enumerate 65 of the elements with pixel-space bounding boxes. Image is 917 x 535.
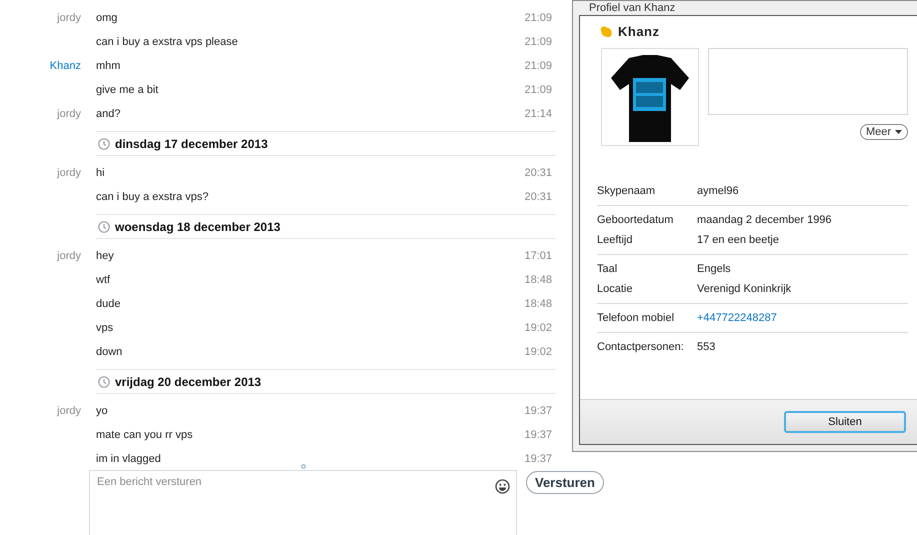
clock-icon [98, 376, 110, 388]
message-time: 20:31 [524, 167, 552, 179]
sender-name: jordy [57, 250, 81, 262]
field-value: aymel96 [697, 185, 739, 197]
message-text: omg [96, 12, 118, 24]
field-label: Contactpersonen: [597, 341, 685, 353]
field-value: 17 en een beetje [697, 234, 779, 246]
message-time: 21:09 [524, 84, 552, 96]
send-button[interactable]: Versturen [526, 471, 604, 494]
message-time: 19:02 [524, 322, 552, 334]
message-text: vps [96, 322, 114, 334]
close-button[interactable]: Sluiten [784, 411, 906, 433]
phone-link[interactable]: +447722248287 [697, 312, 777, 324]
clock-icon [98, 138, 110, 150]
message-text: down [96, 346, 124, 358]
message-time: 17:01 [524, 250, 552, 262]
field-value: 553 [697, 341, 716, 353]
message-text: hey [96, 250, 115, 262]
message-time: 19:37 [524, 405, 552, 417]
message-time: 21:09 [524, 36, 552, 48]
date-heading: woensdag 18 december 2013 [115, 220, 280, 234]
message-text: give me a bit [96, 84, 160, 96]
clock-icon [98, 220, 110, 232]
message-text: hi [96, 167, 106, 179]
date-heading: dinsdag 17 december 2013 [115, 136, 268, 150]
field-value: maandag 2 december 1996 [697, 214, 832, 226]
field-label: Taal [597, 263, 618, 275]
message-text: yo [96, 405, 109, 417]
message-time: 21:14 [524, 108, 552, 120]
message-text: mhm [96, 60, 122, 72]
field-label: Skypenaam [597, 185, 656, 197]
sender-name: jordy [57, 108, 81, 120]
sender-name: jordy [57, 405, 81, 417]
message-time: 20:31 [524, 191, 552, 203]
field-label: Leeftijd [597, 234, 634, 246]
caret-icon [895, 130, 902, 134]
message-time: 18:48 [524, 298, 552, 310]
resize-handle-icon[interactable] [301, 464, 306, 469]
message-text: wtf [96, 274, 112, 286]
smiley-icon[interactable] [495, 479, 510, 494]
field-value: Verenigd Koninkrijk [697, 283, 792, 295]
message-text: im in vlagged [96, 453, 162, 465]
dialog-title: Profiel van Khanz [588, 1, 676, 15]
field-label: Locatie [597, 283, 634, 295]
more-button[interactable]: Meer [860, 124, 908, 140]
message-text: mate can you rr vps [96, 429, 194, 441]
message-time: 21:09 [524, 12, 552, 24]
message-time: 18:48 [524, 274, 552, 286]
message-time: 21:09 [524, 60, 552, 72]
field-label: Telefoon mobiel [597, 312, 676, 324]
field-value: Engels [697, 263, 731, 275]
message-time: 19:37 [524, 429, 552, 441]
message-text: can i buy a exstra vps? [96, 191, 210, 203]
message-text: can i buy a exstra vps please [96, 36, 239, 48]
message-input[interactable]: Een bericht versturen [97, 475, 495, 489]
field-label: Geboortedatum [597, 214, 674, 226]
sender-name: Khanz [50, 60, 81, 72]
sender-name: jordy [57, 167, 81, 179]
contact-name: Khanz [618, 24, 660, 39]
message-text: and? [96, 108, 122, 120]
message-time: 19:02 [524, 346, 552, 358]
sender-name: jordy [57, 12, 81, 24]
date-heading: vrijdag 20 december 2013 [115, 374, 262, 388]
message-text: dude [96, 298, 122, 310]
message-time: 19:37 [524, 453, 552, 465]
